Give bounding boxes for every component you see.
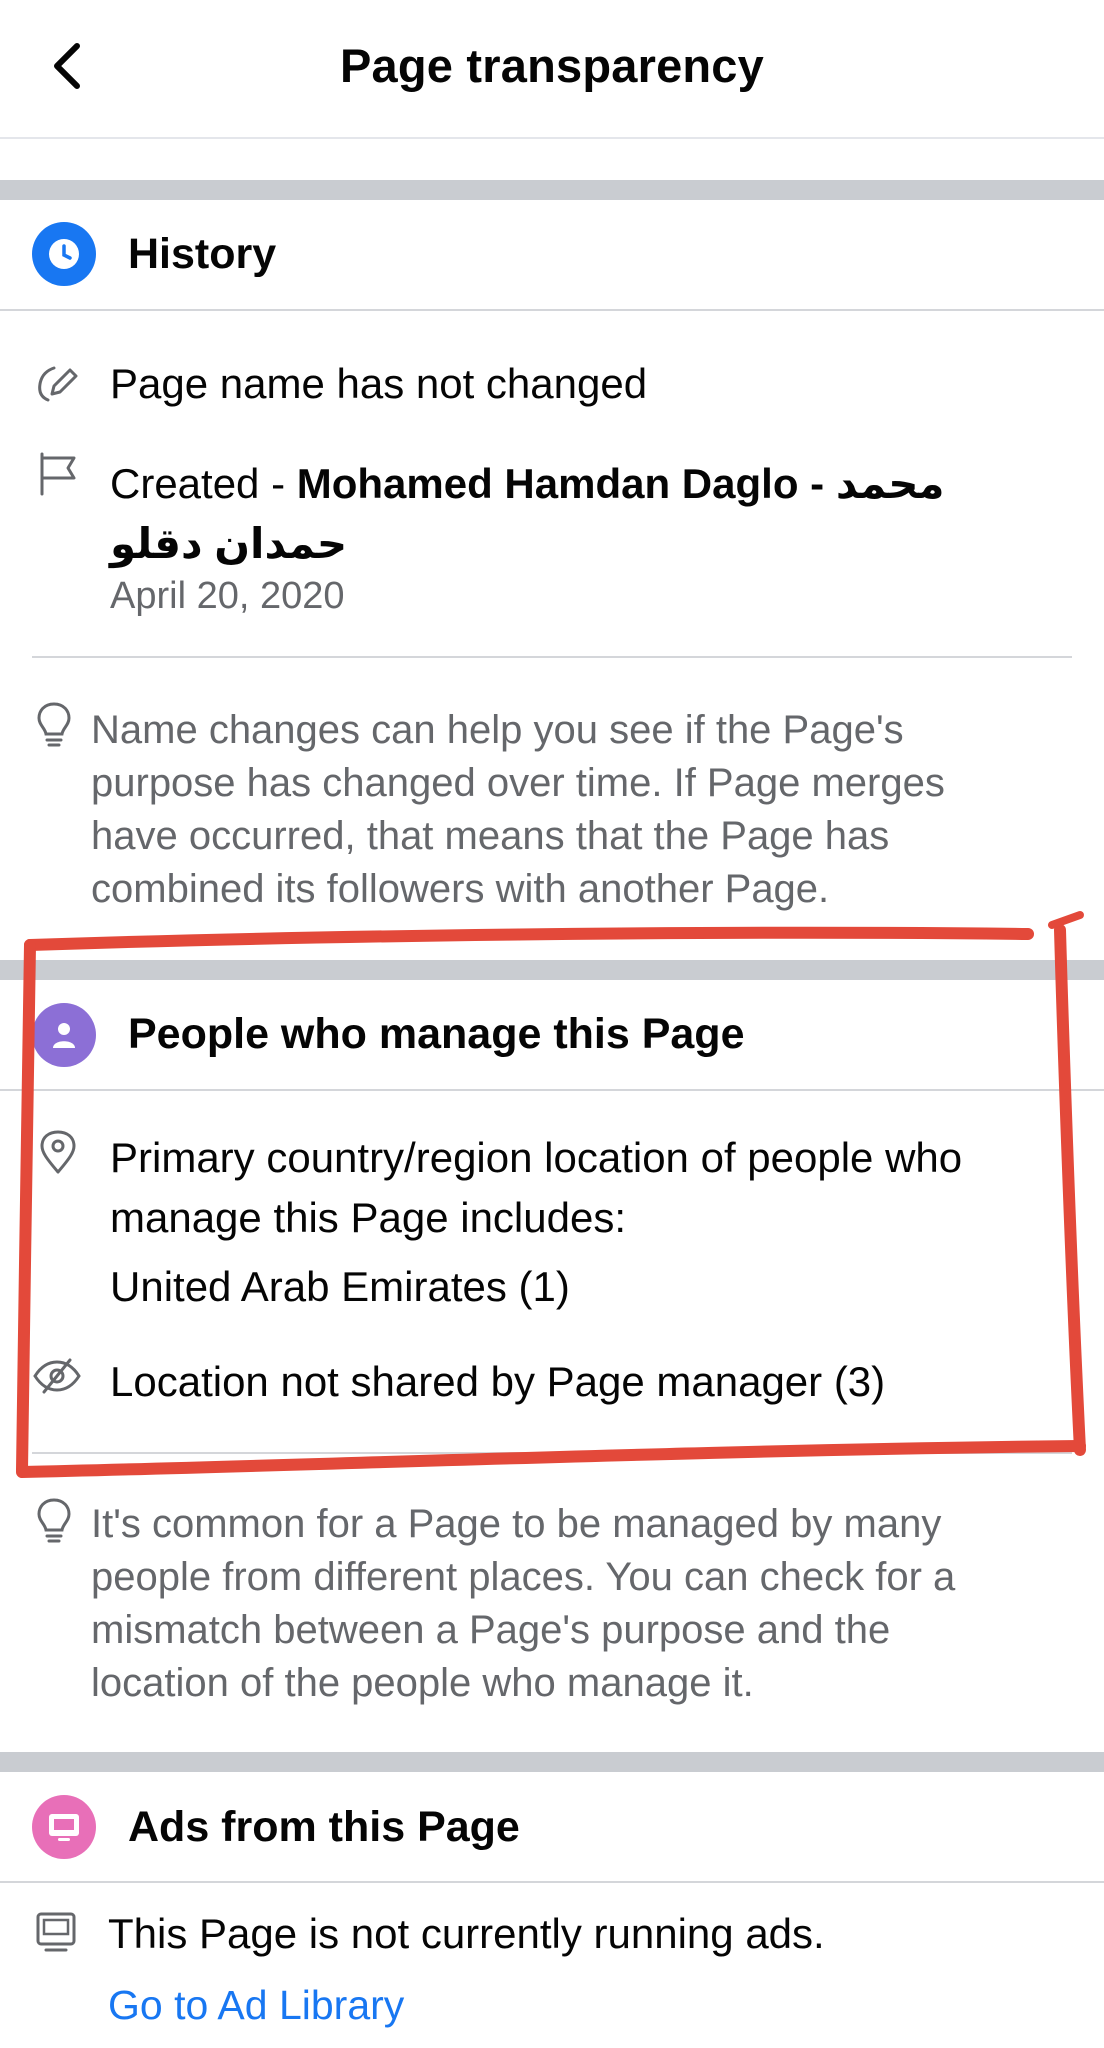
location-pin-icon — [36, 1128, 84, 1176]
person-icon — [32, 1003, 96, 1067]
managers-tip: It's common for a Page to be managed by … — [91, 1498, 1081, 1710]
ad-library-link[interactable]: Go to Ad Library — [108, 1982, 404, 2029]
history-tip: Name changes can help you see if the Pag… — [91, 704, 1071, 916]
section-title-history: History — [128, 230, 277, 278]
name-change-status: Page name has not changed — [110, 360, 648, 407]
tip-line: Name changes can help you see if the Pag… — [91, 708, 904, 752]
eye-slash-icon — [32, 1356, 81, 1404]
created-line: Created - Mohamed Hamdan Daglo - محمد — [110, 455, 1050, 513]
lightbulb-icon — [34, 700, 82, 748]
clock-icon — [32, 222, 96, 286]
pencil-icon — [34, 360, 82, 408]
tip-line: It's common for a Page to be managed by … — [91, 1502, 942, 1546]
section-separator — [0, 1752, 1104, 1772]
tip-line: combined its followers with another Page… — [91, 867, 830, 911]
location-not-shared: Location not shared by Page manager (3) — [110, 1358, 886, 1405]
created-date: April 20, 2020 — [110, 575, 345, 617]
location-line: manage this Page includes: — [110, 1194, 626, 1241]
tip-line: have occurred, that means that the Page … — [91, 814, 890, 858]
ads-monitor-icon — [32, 1795, 96, 1859]
section-divider — [0, 1881, 1104, 1883]
section-divider — [0, 309, 1104, 311]
location-description: Primary country/region location of peopl… — [110, 1128, 962, 1248]
header-divider — [0, 137, 1104, 139]
section-title-ads: Ads from this Page — [128, 1803, 520, 1851]
monitor-icon — [34, 1910, 82, 1958]
tip-line: purpose has changed over time. If Page m… — [91, 761, 945, 805]
page-title: Page transparency — [340, 39, 764, 92]
manager-country: United Arab Emirates (1) — [110, 1263, 570, 1310]
ads-status: This Page is not currently running ads. — [108, 1910, 825, 1957]
tip-line: location of the people who manage it. — [91, 1661, 754, 1705]
location-line: Primary country/region location of peopl… — [110, 1134, 963, 1181]
tip-line: mismatch between a Page's purpose and th… — [91, 1608, 891, 1652]
section-separator — [0, 180, 1104, 200]
section-separator — [0, 960, 1104, 980]
section-divider — [0, 1089, 1104, 1091]
creator-name-arabic: حمدان دقلو — [110, 520, 348, 567]
creator-name: Mohamed Hamdan Daglo - محمد — [296, 460, 945, 507]
section-title-managers: People who manage this Page — [128, 1010, 745, 1058]
section-divider — [32, 656, 1072, 658]
created-label: Created - — [110, 460, 297, 507]
flag-icon — [34, 450, 82, 498]
tip-line: people from different places. You can ch… — [91, 1555, 956, 1599]
section-divider — [32, 1452, 1072, 1454]
lightbulb-icon — [34, 1496, 82, 1544]
